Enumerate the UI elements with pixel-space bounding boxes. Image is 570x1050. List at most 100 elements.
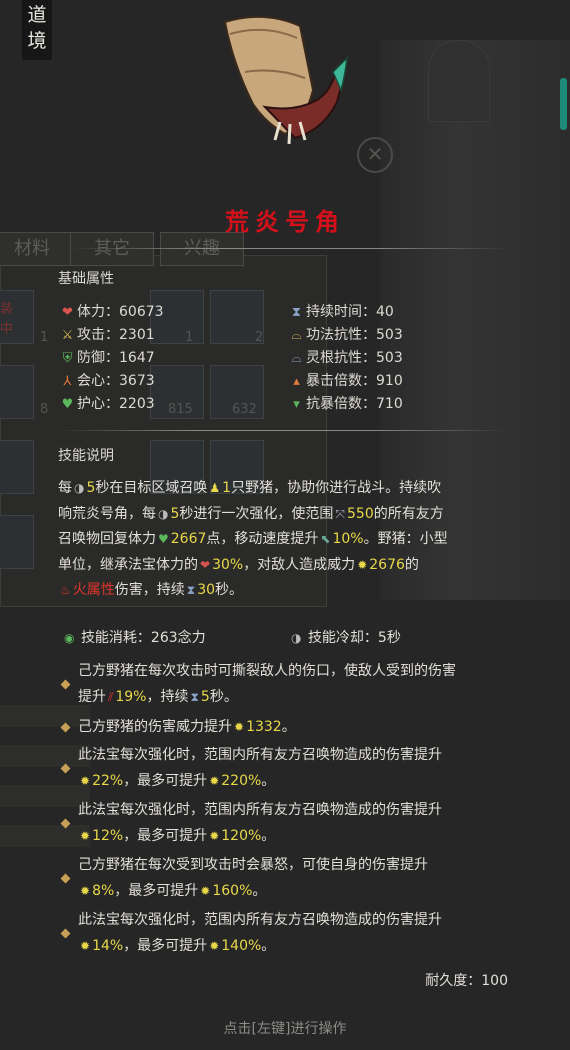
burst-icon: ✹	[357, 557, 368, 572]
text: 。	[252, 882, 267, 899]
heart-shield-icon: ♥	[61, 397, 74, 412]
hourglass-icon: ⧗	[186, 583, 196, 597]
value: 12%	[92, 827, 124, 844]
value: 1332	[246, 719, 282, 735]
effect-line: 己方野猪在每次受到攻击时会暴怒，可使自身的伤害提升	[78, 857, 428, 873]
effect-line: ✹ 8%，最多可提升 ✹ 160%。	[78, 879, 528, 905]
stat-hp-text: 体力：60673	[77, 304, 164, 320]
effect-line: 提升 ⫽ 19%，持续 ⧗ 5秒。	[78, 685, 528, 711]
shield-icon: ⛨	[62, 351, 73, 366]
text: ，最多可提升	[114, 882, 199, 899]
skill-cooldown-text: 技能冷却：5秒	[307, 630, 401, 646]
text: 秒进行一次强化，使范围	[179, 505, 334, 522]
moon-timer-icon: ◑	[158, 506, 169, 521]
bullet-diamond-icon	[60, 928, 71, 939]
item-tooltip: 荒炎号角 基础属性 ❤ 体力：60673 ⚔ 攻击：2301 ⛨ 防御：1647 ⅄ 会…	[0, 0, 570, 1050]
text: 秒。	[215, 582, 244, 598]
horn-icon	[223, 15, 348, 145]
bullet-diamond-icon	[60, 722, 71, 733]
text: 每	[58, 480, 72, 496]
arc-icon: ⌓	[291, 328, 302, 343]
text: 。	[261, 937, 276, 954]
range-icon: ⤧	[335, 506, 346, 521]
effect-text: 己方野猪在每次受到攻击时会暴怒，可使自身的伤害提升 ✹ 8%，最多可提升 ✹ 160%…	[78, 853, 528, 904]
value: 30	[197, 582, 216, 598]
value: 2676	[369, 556, 405, 573]
text: 伤害，持续	[114, 582, 185, 598]
item-name: 荒炎号角	[225, 207, 345, 236]
boot-icon: ⬉	[320, 532, 331, 546]
moon-timer-icon: ◑	[74, 481, 85, 495]
value: 14%	[92, 937, 124, 954]
effect-item: 此法宝每次强化时，范围内所有友方召唤物造成的伤害提升 ✹ 22%，最多可提升 ✹ 22…	[60, 743, 532, 795]
text: 秒在目标区域召唤	[95, 480, 208, 496]
skill-cost: ◉ 技能消耗：263念力	[62, 627, 206, 647]
burst-icon: ✹	[209, 828, 220, 843]
effect-line: ✹ 22%，最多可提升 ✹ 220%。	[78, 769, 528, 795]
effect-line: 此法宝每次强化时，范围内所有友方召唤物造成的伤害提升	[78, 802, 442, 818]
skill-line: 每 ◑ 5秒在目标区域召唤 ♟ 1只野猪，协助你进行战斗。持续吹	[58, 476, 528, 502]
heart-icon: ❤	[200, 557, 211, 572]
effect-text: 此法宝每次强化时，范围内所有友方召唤物造成的伤害提升 ✹ 12%，最多可提升 ✹ 12…	[78, 798, 528, 849]
footer-hint: 点击[左键]进行操作	[223, 1021, 347, 1037]
burst-icon: ✹	[80, 773, 91, 788]
value: 120%	[221, 827, 262, 844]
effect-line: ✹ 12%，最多可提升 ✹ 120%。	[78, 824, 528, 850]
stat-technique-res-text: 功法抗性：503	[306, 327, 403, 343]
text: 的	[404, 556, 419, 573]
effect-item: 己方野猪的伤害威力提升 ✹ 1332。	[60, 715, 532, 741]
fire-icon: ♨	[60, 583, 71, 597]
skill-cost-text: 技能消耗：263念力	[80, 630, 206, 646]
text: 己方野猪的伤害威力提升	[78, 719, 232, 735]
bullet-diamond-icon	[60, 763, 71, 774]
burst-icon: ✹	[80, 883, 91, 898]
fire-attribute: 火属性	[72, 582, 115, 598]
skill-line: 召唤物回复体力 ♥ 2667点，移动速度提升 ⬉ 10%。野猪：小型	[58, 527, 528, 553]
triangles-up-icon: ▴	[293, 374, 300, 389]
stat-anti-crit: ▾ 抗暴倍数：710	[289, 393, 403, 413]
effect-item: 己方野猪在每次受到攻击时会暴怒，可使自身的伤害提升 ✹ 8%，最多可提升 ✹ 160%…	[60, 853, 532, 905]
text: 召唤物回复体力	[58, 531, 156, 547]
burst-icon: ✹	[209, 938, 220, 953]
text: ，最多可提升	[123, 772, 208, 789]
bullet-diamond-icon	[60, 873, 71, 884]
hourglass-icon: ⧗	[291, 305, 302, 320]
text: ，对敌人造成威力	[243, 556, 356, 573]
text: 。	[261, 772, 276, 789]
burst-icon: ✹	[200, 883, 211, 898]
value: 8%	[92, 882, 115, 899]
burst-icon: ✹	[80, 828, 91, 843]
effect-line: 己方野猪在每次攻击时可撕裂敌人的伤口，使敌人受到的伤害	[78, 663, 456, 679]
stat-anti-crit-text: 抗暴倍数：710	[306, 396, 403, 412]
text: 响荒炎号角，每	[58, 505, 156, 522]
text: 。	[261, 827, 276, 844]
skill-cooldown: ◑ 技能冷却：5秒	[289, 627, 401, 647]
crossed-swords-icon: ⚔	[61, 328, 74, 343]
skill-description-title: 技能说明	[58, 448, 114, 464]
value: 1	[222, 480, 232, 496]
heal-icon: ♥	[158, 532, 169, 546]
skill-line: 单位，继承法宝体力的 ❤ 30%，对敌人造成威力 ✹ 2676的	[58, 553, 528, 579]
durability: 耐久度：100	[425, 973, 508, 989]
title-divider	[70, 248, 510, 249]
text: 的所有友方	[373, 505, 444, 522]
skill-line: ♨ 火属性伤害，持续 ⧗ 30秒。	[58, 578, 528, 604]
stat-heart-guard-text: 护心：2203	[77, 396, 155, 412]
effect-item: 此法宝每次强化时，范围内所有友方召唤物造成的伤害提升 ✹ 14%，最多可提升 ✹ 14…	[60, 908, 532, 960]
value: 550	[347, 505, 374, 522]
burst-icon: ✹	[209, 773, 220, 788]
stat-crit-mult: ▴ 暴击倍数：910	[289, 370, 403, 390]
heart-icon: ❤	[62, 305, 73, 320]
stat-root-res-text: 灵根抗性：503	[306, 350, 403, 366]
stat-crit: ⅄ 会心：3673	[60, 370, 155, 390]
summon-icon: ♟	[209, 481, 221, 495]
stat-root-res: ⌓ 灵根抗性：503	[289, 347, 403, 367]
burst-icon: ✹	[234, 720, 245, 734]
stat-attack-text: 攻击：2301	[77, 327, 155, 343]
stat-duration-text: 持续时间：40	[306, 304, 394, 320]
stat-technique-res: ⌓ 功法抗性：503	[289, 324, 403, 344]
stat-hp: ❤ 体力：60673	[60, 301, 164, 321]
base-attributes-title: 基础属性	[58, 271, 114, 287]
effect-text: 此法宝每次强化时，范围内所有友方召唤物造成的伤害提升 ✹ 14%，最多可提升 ✹ 14…	[78, 908, 528, 959]
effect-item: 此法宝每次强化时，范围内所有友方召唤物造成的伤害提升 ✹ 12%，最多可提升 ✹ 12…	[60, 798, 532, 850]
